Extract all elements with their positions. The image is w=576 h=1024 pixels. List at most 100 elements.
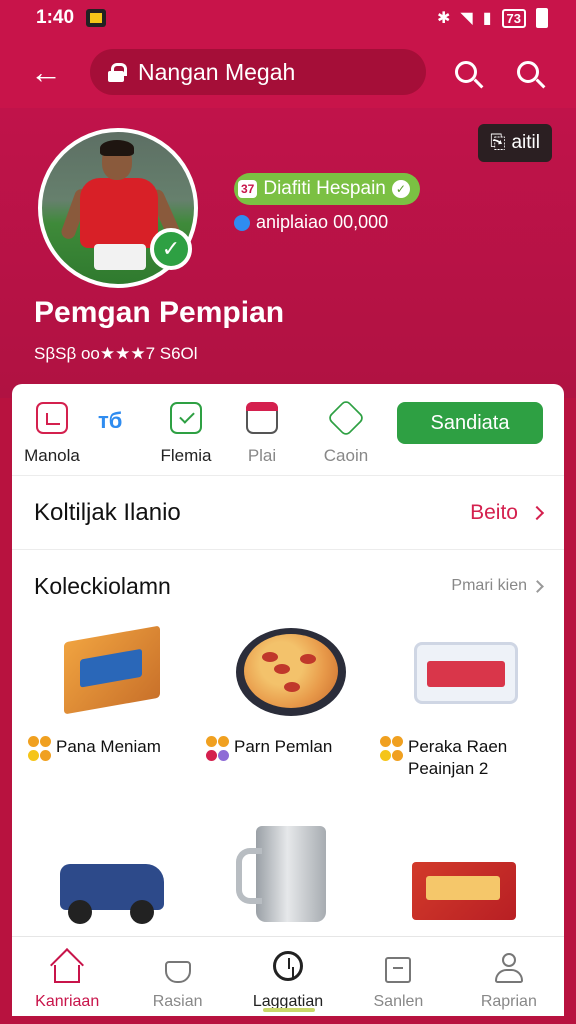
action-flemia[interactable]: Flemia	[146, 402, 226, 466]
check-box-icon	[170, 402, 202, 434]
item-thumbnail	[226, 622, 356, 722]
item-thumbnail	[48, 622, 178, 722]
address-bar[interactable]: Nangan Megah	[90, 49, 426, 95]
app-notification-icon	[86, 9, 107, 27]
clock-icon	[271, 951, 305, 985]
search-button[interactable]	[444, 50, 488, 94]
see-more-label: Pmari kien	[451, 577, 527, 594]
wifi-icon: ◥	[460, 10, 473, 27]
item-thumbnail	[48, 836, 178, 936]
chart-icon	[36, 402, 68, 434]
calendar-icon	[246, 402, 278, 434]
battery-level: 73	[501, 8, 526, 28]
home-icon	[50, 948, 85, 985]
bluetooth-icon: ✱	[437, 10, 451, 27]
toy-jeep-image	[60, 864, 164, 924]
item-tags	[28, 736, 52, 764]
list-row[interactable]: Koltiljak Ilanio Beito	[12, 476, 564, 550]
lock-icon	[108, 63, 127, 82]
avatar-figure-shirt	[80, 178, 158, 248]
status-badge: 37 Diafiti Hespain ✓	[234, 173, 420, 205]
collection-item[interactable]	[380, 836, 550, 936]
chevron-right-icon	[529, 505, 545, 520]
item-label: Peraka Raen Peainjan 2	[408, 737, 508, 778]
collection-item[interactable]: Peraka Raen Peainjan 2	[380, 622, 550, 780]
content-card: Manola тб Flemia Plai Caoin Sandiata Kol…	[12, 384, 564, 944]
item-label: Pana Meniam	[56, 737, 161, 756]
action-caoin[interactable]: Caoin	[306, 398, 386, 466]
item-thumbnail	[400, 836, 530, 936]
primary-action-button[interactable]: Sandiata	[397, 402, 543, 444]
followers-line: aniplaiao 00,000	[234, 212, 388, 233]
pizza-image	[244, 634, 338, 708]
nav-label: Rasian	[152, 993, 203, 1010]
see-more-link[interactable]: Pmari kien	[451, 577, 544, 595]
page-title: Nangan Megah	[138, 58, 296, 85]
action-label: Plai	[247, 446, 277, 465]
nav-indicator	[262, 1008, 315, 1012]
edit-label: aitil	[511, 132, 540, 153]
top-app-bar: ← Nangan Megah	[0, 36, 576, 108]
nav-item-laggatian[interactable]: Laggatian	[233, 937, 343, 1016]
blue-logo-icon: тб	[98, 408, 123, 433]
back-arrow-icon: ←	[30, 53, 62, 90]
nav-label: Kanriaan	[35, 993, 100, 1010]
status-bar: 1:40 ✱ ◥ ▮ 73	[0, 0, 576, 36]
collection-title: Koleckiolamn	[34, 572, 171, 599]
nav-label: Raprian	[480, 993, 537, 1010]
status-time: 1:40	[36, 7, 75, 28]
search-icon	[517, 61, 539, 83]
verified-check-icon: ✓	[150, 228, 192, 270]
pot-icon	[161, 951, 195, 985]
bottom-navigation: Kanriaan Rasian Laggatian Sanlen Raprian	[12, 936, 564, 1016]
action-bar: Manola тб Flemia Plai Caoin Sandiata	[12, 384, 564, 476]
profile-header: ✓ ⎘ aitil 37 Diafiti Hespain ✓ aniplaiao…	[0, 108, 576, 398]
followers-icon	[234, 214, 250, 231]
box-image	[412, 862, 516, 920]
avatar-figure-hair	[100, 140, 134, 156]
tray-image	[414, 642, 518, 704]
search-icon	[455, 61, 477, 83]
row-action-label: Beito	[470, 500, 518, 524]
nav-label: Sanlen	[373, 993, 424, 1010]
badge-number: 37	[238, 180, 258, 198]
collection-item[interactable]	[206, 822, 376, 922]
item-thumbnail	[226, 822, 356, 922]
row-label: Koltiljak Ilanio	[34, 498, 181, 526]
user-icon	[492, 951, 526, 985]
followers-text: aniplaiao 00,000	[256, 212, 389, 232]
signal-icon: ▮	[482, 10, 492, 27]
shield-icon	[326, 398, 366, 438]
collection-item[interactable]: Pana Meniam	[28, 622, 198, 764]
nav-item-raprian[interactable]: Raprian	[454, 937, 564, 1016]
avatar-figure-shorts	[94, 244, 146, 270]
edit-icon: ⎘	[490, 132, 506, 153]
nav-item-sanlen[interactable]: Sanlen	[343, 937, 453, 1016]
bag-icon	[381, 951, 415, 985]
profile-stats: SβSβ oo★★★7 S6Ol	[34, 344, 198, 363]
collection-header: Koleckiolamn Pmari kien	[12, 550, 564, 622]
chevron-right-icon	[531, 579, 544, 593]
badge-text: Diafiti Hespain	[263, 178, 386, 199]
back-button[interactable]: ←	[24, 50, 68, 94]
action-label: Caoin	[323, 446, 369, 465]
battery-icon	[536, 8, 548, 28]
mug-image	[236, 826, 326, 922]
collection-item[interactable]	[28, 836, 198, 936]
action-label: Manola	[24, 446, 80, 465]
nav-item-rasian[interactable]: Rasian	[122, 937, 232, 1016]
action-plai[interactable]: Plai	[222, 402, 302, 466]
badge-check-icon: ✓	[391, 180, 410, 198]
action-label: Flemia	[160, 446, 212, 465]
edit-button[interactable]: ⎘ aitil	[478, 124, 552, 162]
search-button-2[interactable]	[506, 50, 550, 94]
nav-item-home[interactable]: Kanriaan	[12, 937, 122, 1016]
item-thumbnail	[400, 622, 530, 722]
collection-item[interactable]: Parn Pemlan	[206, 622, 376, 764]
item-label: Parn Pemlan	[234, 737, 333, 756]
action-manola[interactable]: Manola	[12, 402, 92, 466]
box-image	[64, 625, 160, 715]
item-tags	[206, 736, 230, 764]
profile-name: Pemgan Pempian	[34, 296, 285, 329]
item-tags	[380, 736, 404, 764]
